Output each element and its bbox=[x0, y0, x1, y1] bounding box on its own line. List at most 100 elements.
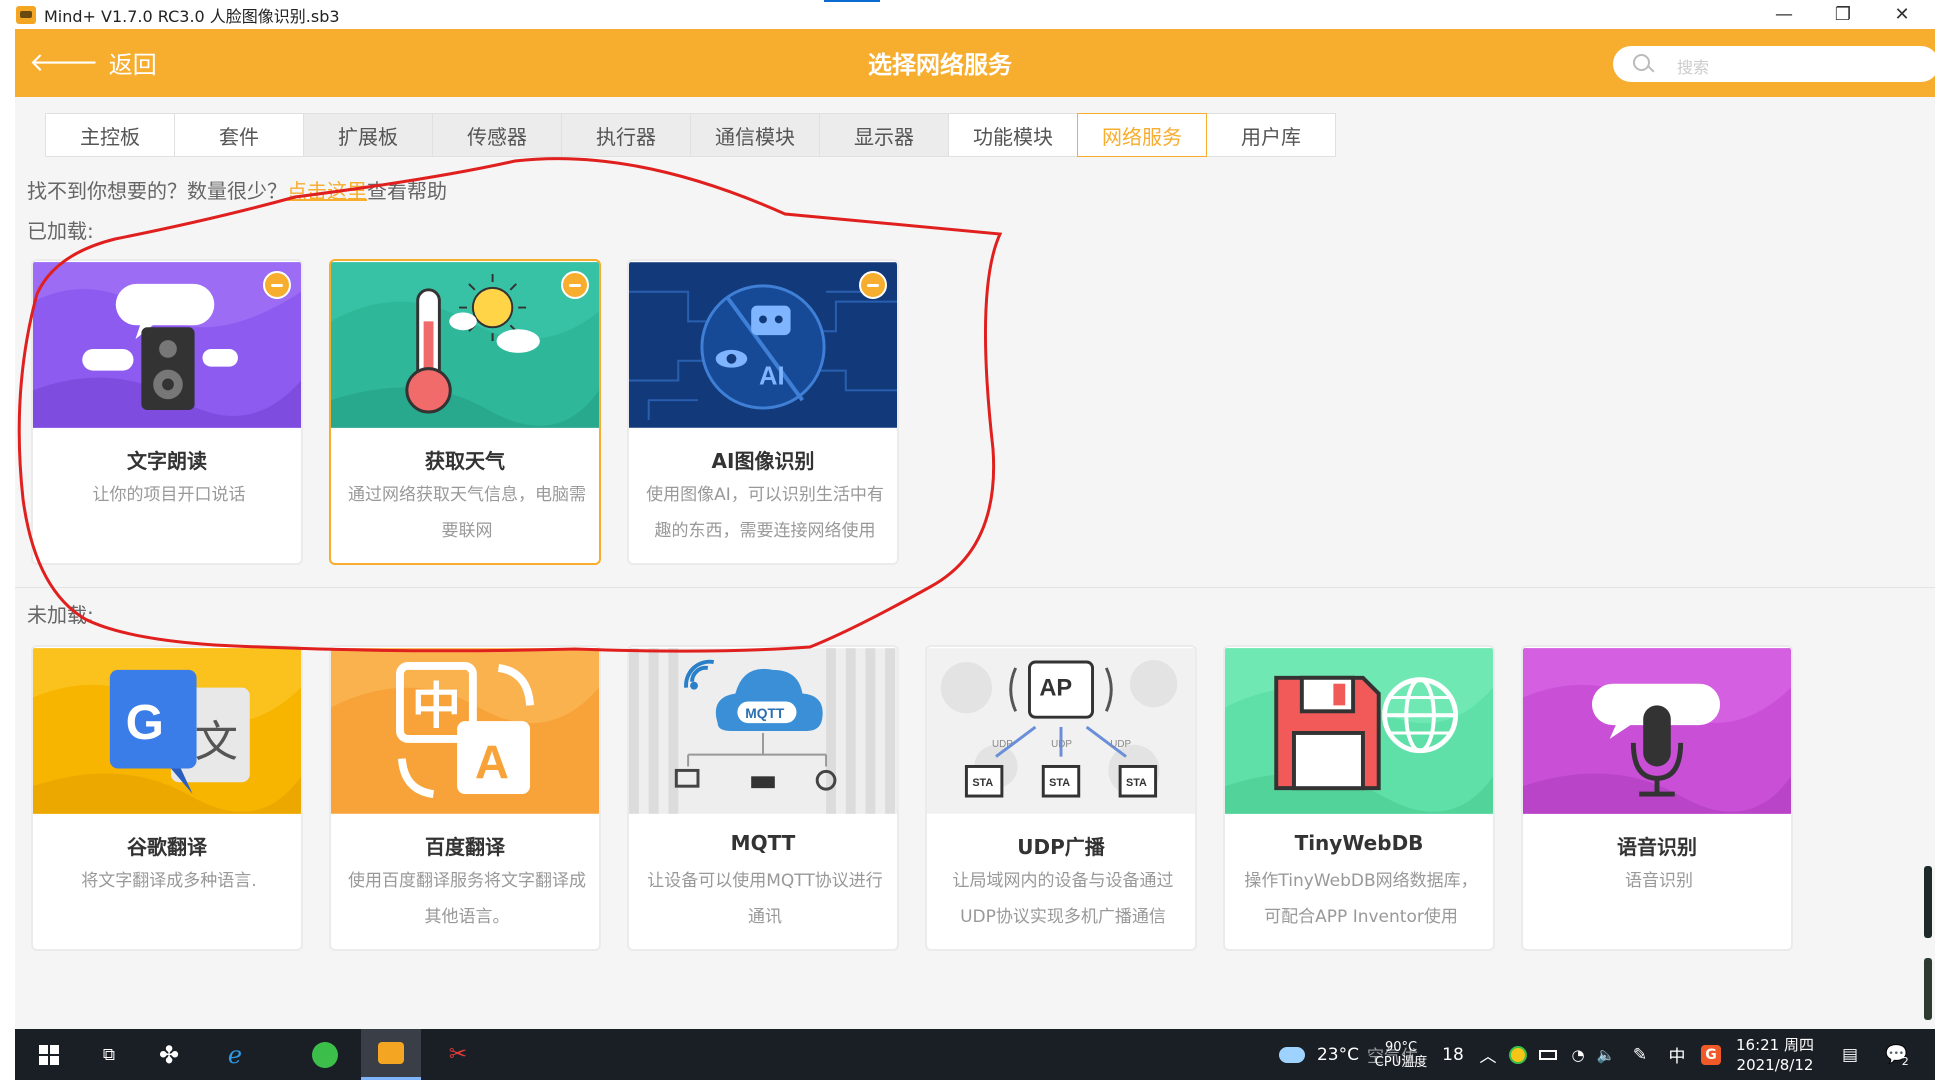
tray-g-app-icon[interactable]: G bbox=[1697, 1029, 1725, 1080]
tab-display[interactable]: 显示器 bbox=[819, 113, 949, 157]
ai-image: AI bbox=[629, 262, 897, 428]
card-description: 让设备可以使用MQTT协议进行通讯 bbox=[647, 871, 883, 927]
udp-sta-center: STA bbox=[1049, 777, 1070, 789]
card-title: 获取天气 bbox=[425, 449, 505, 473]
extension-card-weather[interactable]: 获取天气 通过网络获取天气信息，电脑需要联网 bbox=[329, 259, 601, 565]
start-button[interactable] bbox=[29, 1029, 69, 1080]
battery-icon[interactable] bbox=[1535, 1029, 1561, 1080]
loaded-section-label: 已加载: bbox=[27, 219, 94, 243]
udp-label-center: UDP bbox=[1051, 739, 1072, 750]
tab-mainboard[interactable]: 主控板 bbox=[45, 113, 175, 157]
tinywebdb-image bbox=[1225, 648, 1493, 814]
udp-label-left: UDP bbox=[992, 739, 1013, 750]
card-description: 让你的项目开口说话 bbox=[92, 485, 246, 505]
weather-image bbox=[331, 262, 599, 428]
card-description: 将文字翻译成多种语言. bbox=[81, 871, 257, 891]
extension-card-speech-recognition[interactable]: 语音识别 语音识别 bbox=[1521, 645, 1793, 951]
ai-image-text: AI bbox=[759, 362, 785, 390]
section-divider bbox=[15, 587, 1935, 588]
card-title: TinyWebDB bbox=[1294, 831, 1424, 855]
tab-sensor[interactable]: 传感器 bbox=[432, 113, 562, 157]
tab-network-service[interactable]: 网络服务 bbox=[1077, 113, 1207, 157]
card-description: 操作TinyWebDB网络数据库，可配合APP Inventor使用 bbox=[1244, 871, 1478, 927]
search-input[interactable]: 搜索 bbox=[1613, 46, 1935, 82]
hint-prefix: 找不到你想要的？数量很少？ bbox=[27, 179, 287, 203]
card-title: 百度翻译 bbox=[425, 835, 505, 859]
task-view-button[interactable]: ⧉ bbox=[89, 1029, 129, 1080]
input-method-indicator[interactable]: 中 bbox=[1663, 1029, 1691, 1080]
wifi-icon[interactable]: ◔ bbox=[1565, 1029, 1591, 1080]
extension-card-google-translate[interactable]: 文 G 谷歌翻译 将文字翻译成多种语言. bbox=[31, 645, 303, 951]
restore-button[interactable]: ❐ bbox=[1815, 0, 1871, 29]
taskbar-app-fan[interactable]: ✤ bbox=[149, 1029, 189, 1080]
remove-extension-button[interactable] bbox=[561, 271, 589, 299]
card-title: AI图像识别 bbox=[711, 449, 815, 473]
green-app-icon bbox=[312, 1041, 338, 1068]
card-title: 文字朗读 bbox=[127, 449, 207, 473]
page-title: 选择网络服务 bbox=[868, 51, 1012, 79]
extension-card-tinywebdb[interactable]: TinyWebDB 操作TinyWebDB网络数据库，可配合APP Invent… bbox=[1223, 645, 1495, 951]
notification-center-button[interactable]: 💬 2 bbox=[1877, 1029, 1917, 1080]
mqtt-image-text: MQTT bbox=[745, 706, 785, 721]
extension-card-udp[interactable]: AP UDP UDP UDP STA STA STA UDP广播 让局域网内的设… bbox=[925, 645, 1197, 951]
scrollbar-indicator-top[interactable] bbox=[1924, 866, 1932, 938]
search-icon bbox=[1633, 54, 1650, 71]
unloaded-section-label: 未加载: bbox=[27, 603, 94, 627]
tab-function-module[interactable]: 功能模块 bbox=[948, 113, 1078, 157]
taskbar-app-ie[interactable]: ℯ bbox=[211, 1029, 259, 1080]
clock-date: 2021/8/12 bbox=[1736, 1055, 1814, 1074]
extension-card-mqtt[interactable]: MQTT MQTT 让设备可以使用MQTT协议进行通讯 bbox=[627, 645, 899, 951]
hint-suffix: 查看帮助 bbox=[367, 179, 447, 203]
extension-card-baidu-translate[interactable]: 中 A 百度翻译 使用百度翻译服务将文字翻译成其他语言。 bbox=[329, 645, 601, 951]
notes-icon[interactable]: ▤ bbox=[1835, 1029, 1865, 1080]
taskbar-app-green[interactable] bbox=[299, 1029, 351, 1080]
speech-recognition-image bbox=[1523, 648, 1791, 814]
card-title: 谷歌翻译 bbox=[127, 835, 207, 859]
google-translate-wen: 文 bbox=[195, 718, 238, 768]
remove-extension-button[interactable] bbox=[263, 271, 291, 299]
extension-card-tts[interactable]: 文字朗读 让你的项目开口说话 bbox=[31, 259, 303, 565]
card-title: 语音识别 bbox=[1617, 835, 1697, 859]
extension-card-ai-image[interactable]: AI AI图像识别 使用图像AI，可以识别生活中有趣的东西，需要连接网络使用 bbox=[627, 259, 899, 565]
volume-icon[interactable]: 🔈 bbox=[1593, 1029, 1619, 1080]
tab-actuator[interactable]: 执行器 bbox=[561, 113, 691, 157]
windows-icon bbox=[39, 1044, 59, 1065]
help-hint: 找不到你想要的？数量很少？点击这里查看帮助 bbox=[27, 175, 447, 204]
category-tabs: 主控板 套件 扩展板 传感器 执行器 通信模块 显示器 功能模块 网络服务 用户… bbox=[45, 113, 1336, 157]
close-button[interactable]: ✕ bbox=[1874, 0, 1930, 29]
minimize-button[interactable]: — bbox=[1756, 0, 1812, 29]
card-description: 通过网络获取天气信息，电脑需要联网 bbox=[348, 485, 586, 541]
clock[interactable]: 16:21 周四 2021/8/12 bbox=[1729, 1029, 1821, 1080]
tab-kit[interactable]: 套件 bbox=[174, 113, 304, 157]
titlebar-accent bbox=[824, 0, 880, 2]
remove-extension-button[interactable] bbox=[859, 271, 887, 299]
google-translate-image: 文 G bbox=[33, 648, 301, 814]
window-titlebar: Mind+ V1.7.0 RC3.0 人脸图像识别.sb3 bbox=[0, 0, 1935, 29]
mindplus-app-icon bbox=[16, 5, 36, 24]
internet-explorer-icon: ℯ bbox=[227, 1040, 243, 1069]
clock-time: 16:21 周四 bbox=[1736, 1035, 1814, 1054]
show-hidden-icons-chevron-icon[interactable]: ︿ bbox=[1477, 1029, 1499, 1080]
header-bar: 🡐 返回 选择网络服务 搜索 bbox=[15, 29, 1935, 97]
baidu-translate-zh: 中 bbox=[412, 677, 461, 735]
google-translate-g: G bbox=[126, 695, 164, 750]
taskbar-app-mindplus[interactable] bbox=[361, 1029, 421, 1080]
weather-temperature[interactable]: 23°C bbox=[1313, 1029, 1363, 1080]
tray-app-icon[interactable] bbox=[1505, 1029, 1531, 1080]
air-quality-value[interactable]: 18 bbox=[1439, 1029, 1467, 1080]
tts-image bbox=[33, 262, 301, 428]
help-link[interactable]: 点击这里 bbox=[287, 179, 367, 203]
window-title: Mind+ V1.7.0 RC3.0 人脸图像识别.sb3 bbox=[44, 6, 340, 26]
card-title: UDP广播 bbox=[1017, 835, 1105, 859]
udp-label-right: UDP bbox=[1110, 739, 1131, 750]
task-view-icon: ⧉ bbox=[102, 1044, 116, 1065]
pen-icon[interactable]: ✎ bbox=[1625, 1029, 1655, 1080]
card-description: 使用图像AI，可以识别生活中有趣的东西，需要连接网络使用 bbox=[646, 485, 884, 541]
search-placeholder: 搜索 bbox=[1677, 58, 1710, 77]
scrollbar-indicator-bottom[interactable] bbox=[1924, 958, 1932, 1020]
taskbar-app-tool[interactable]: ✂ bbox=[433, 1029, 483, 1080]
windows-taskbar: ⧉ ✤ ℯ ✂ 23°C 90°C CPU温度 空气优 18 ︿ ◔ 🔈 ✎ 中 bbox=[15, 1029, 1935, 1080]
tab-communication[interactable]: 通信模块 bbox=[690, 113, 820, 157]
tab-expansion-board[interactable]: 扩展板 bbox=[303, 113, 433, 157]
tab-user-library[interactable]: 用户库 bbox=[1206, 113, 1336, 157]
